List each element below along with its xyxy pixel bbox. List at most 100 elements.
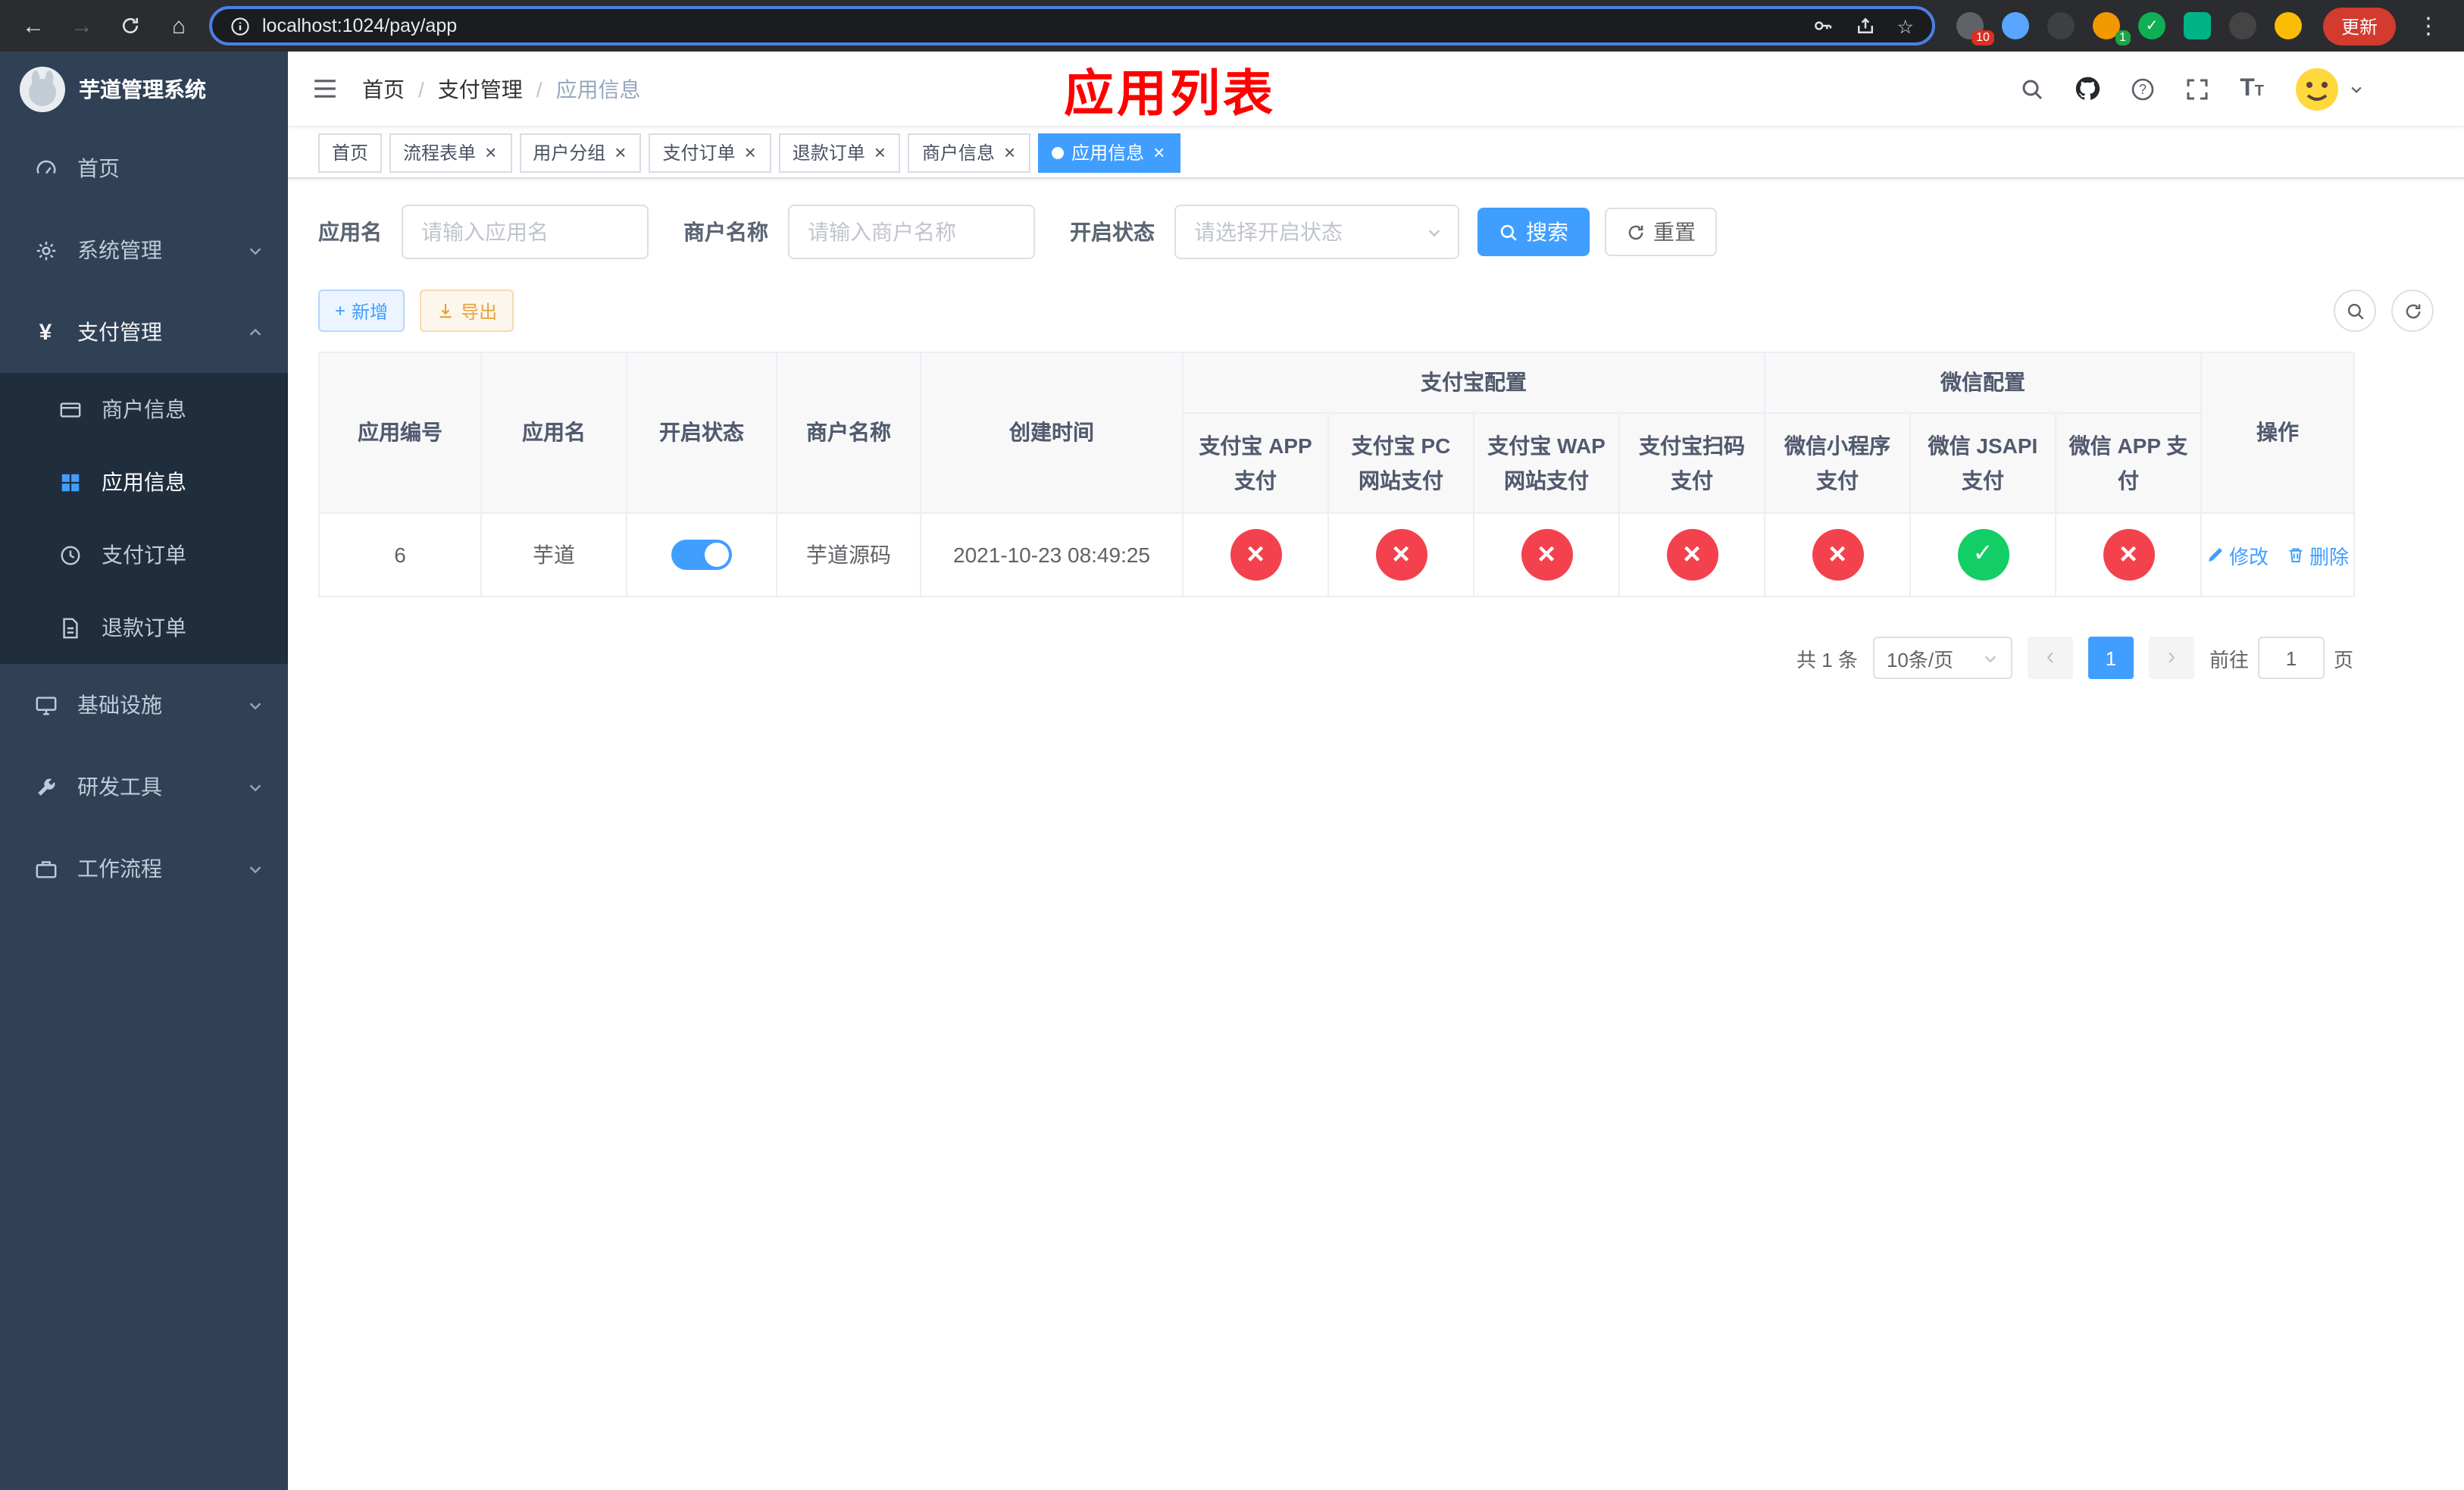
sidebar-item-system[interactable]: 系统管理 [0,209,288,291]
status-alipay-app [1230,529,1281,581]
tab-pay-order[interactable]: 支付订单 × [649,133,771,172]
merchant-name-input[interactable] [788,205,1035,259]
site-info-icon[interactable] [230,16,250,36]
edit-link[interactable]: 修改 [2206,540,2269,569]
sidebar-item-label: 商户信息 [102,397,186,421]
sidebar-item-label: 支付订单 [102,543,186,567]
browser-update-button[interactable]: 更新 [2322,7,2396,45]
url-bar[interactable]: localhost:1024/pay/app ☆ [209,6,1935,45]
toggle-search-button[interactable] [2334,290,2376,332]
download-icon [439,304,452,318]
app-window: 芋道管理系统 首页 系统管理 ¥ 支付管理 商户信息 应用信息 支付订单 退款订… [0,52,2464,1490]
sidebar-item-home[interactable]: 首页 [0,127,288,209]
page-size-select[interactable]: 10条/页 [1872,637,2012,679]
github-icon[interactable] [2075,76,2100,102]
hamburger-icon[interactable] [288,76,362,102]
tab-label: 应用信息 [1071,142,1145,164]
search-button[interactable]: 搜索 [1477,208,1590,256]
extension-icon-dark[interactable] [2047,12,2075,39]
status-select[interactable]: 请选择开启状态 [1174,205,1459,259]
profile-extension-icon[interactable]: 1 [2092,12,2131,45]
breadcrumb-payment[interactable]: 支付管理 [438,74,523,104]
app-name-label: 应用名 [318,220,382,244]
status-wx-app [2103,529,2154,581]
chevron-down-icon [247,860,264,877]
extension-icon-green-check[interactable]: ✓ [2137,12,2165,39]
extension-icon-pin[interactable] [2228,12,2256,39]
add-button[interactable]: + 新增 [318,290,405,332]
status-select-placeholder: 请选择开启状态 [1194,220,1343,244]
extensions-puzzle-icon[interactable]: 10 [1956,12,1994,45]
next-page-button[interactable]: › [2148,637,2194,679]
tab-refund-order[interactable]: 退款订单 × [778,133,901,172]
col-header-merchant: 商户名称 [776,352,921,514]
browser-refresh-icon[interactable] [112,8,149,44]
key-icon[interactable] [1812,15,1834,36]
tab-label: 流程表单 [403,142,477,164]
prev-page-button[interactable]: ‹ [2027,637,2073,679]
share-icon[interactable] [1855,15,1876,36]
close-icon[interactable]: × [613,142,627,162]
sidebar-item-payment[interactable]: ¥ 支付管理 [0,291,288,373]
breadcrumb-home[interactable]: 首页 [362,74,405,104]
browser-back-icon[interactable]: ← [15,8,52,44]
sidebar-item-refund-order[interactable]: 退款订单 [0,591,288,664]
breadcrumb: 首页 / 支付管理 / 应用信息 [362,74,641,104]
browser-forward-icon[interactable]: → [64,8,100,44]
status-alipay-pc [1375,529,1427,581]
url-text: localhost:1024/pay/app [262,15,458,36]
col-header-status: 开启状态 [626,352,777,514]
page-number-button[interactable]: 1 [2087,637,2134,679]
sidebar-item-dev-tools[interactable]: 研发工具 [0,746,288,828]
fullscreen-icon[interactable] [2185,77,2209,101]
close-icon[interactable]: × [743,142,758,162]
font-size-icon[interactable]: TT [2240,75,2264,102]
col-header-alipay-qr: 支付宝扫码支付 [1618,412,1765,514]
tab-label: 商户信息 [921,142,995,164]
app-name-input[interactable] [402,205,649,259]
tab-merchant-info[interactable]: 商户信息 × [908,133,1031,172]
pencil-icon [2209,548,2222,562]
tab-process-form[interactable]: 流程表单 × [389,133,512,172]
help-icon[interactable]: ? [2131,77,2155,101]
refresh-table-button[interactable] [2391,290,2434,332]
sidebar-item-app-info[interactable]: 应用信息 [0,446,288,518]
screen: ← → ⌂ localhost:1024/pay/app ☆ 10 1 ✓ 更新 [0,0,2464,1490]
sidebar-item-label: 支付管理 [77,320,162,344]
document-icon [58,616,82,639]
tab-app-info[interactable]: 应用信息 × [1038,133,1180,172]
tab-home[interactable]: 首页 [318,133,383,172]
sidebar-logo[interactable]: 芋道管理系统 [0,52,288,127]
browser-avatar-icon[interactable] [2274,12,2302,39]
user-menu[interactable] [2294,66,2364,111]
tab-user-group[interactable]: 用户分组 × [519,133,642,172]
sidebar-item-infrastructure[interactable]: 基础设施 [0,664,288,746]
close-icon[interactable]: × [483,142,498,162]
reset-button[interactable]: 重置 [1605,208,1717,256]
browser-home-icon[interactable]: ⌂ [161,8,197,44]
close-icon[interactable]: × [873,142,887,162]
col-header-alipay-app: 支付宝 APP 支付 [1182,412,1329,514]
cell-status [626,512,777,597]
table-row: 6 芋道 芋道源码 2021-10-23 08:49:25 × × × × × … [318,512,2356,597]
delete-link[interactable]: 删除 [2287,540,2349,569]
status-toggle[interactable] [671,540,732,570]
export-button[interactable]: 导出 [420,290,514,332]
chevron-down-icon [1984,655,1997,662]
filter-form: 应用名 商户名称 开启状态 请选择开启状态 搜索 重置 [318,205,2434,259]
extension-icon-green-square[interactable] [2183,12,2211,39]
sidebar-item-workflow[interactable]: 工作流程 [0,828,288,909]
search-icon[interactable] [2020,77,2044,101]
plus-icon: + [335,300,346,321]
close-icon[interactable]: × [1152,142,1166,162]
bookmark-star-icon[interactable]: ☆ [1897,14,1914,37]
yen-icon: ¥ [39,319,52,345]
close-icon[interactable]: × [1002,142,1017,162]
sidebar-item-merchant-info[interactable]: 商户信息 [0,373,288,446]
browser-menu-icon[interactable]: ⋮ [2408,12,2449,39]
sidebar-item-pay-order[interactable]: 支付订单 [0,518,288,591]
goto-page-input[interactable] [2257,637,2325,679]
extension-icon-blue[interactable] [2001,12,2029,39]
chevron-down-icon [1428,229,1440,236]
clock-icon [58,543,82,566]
